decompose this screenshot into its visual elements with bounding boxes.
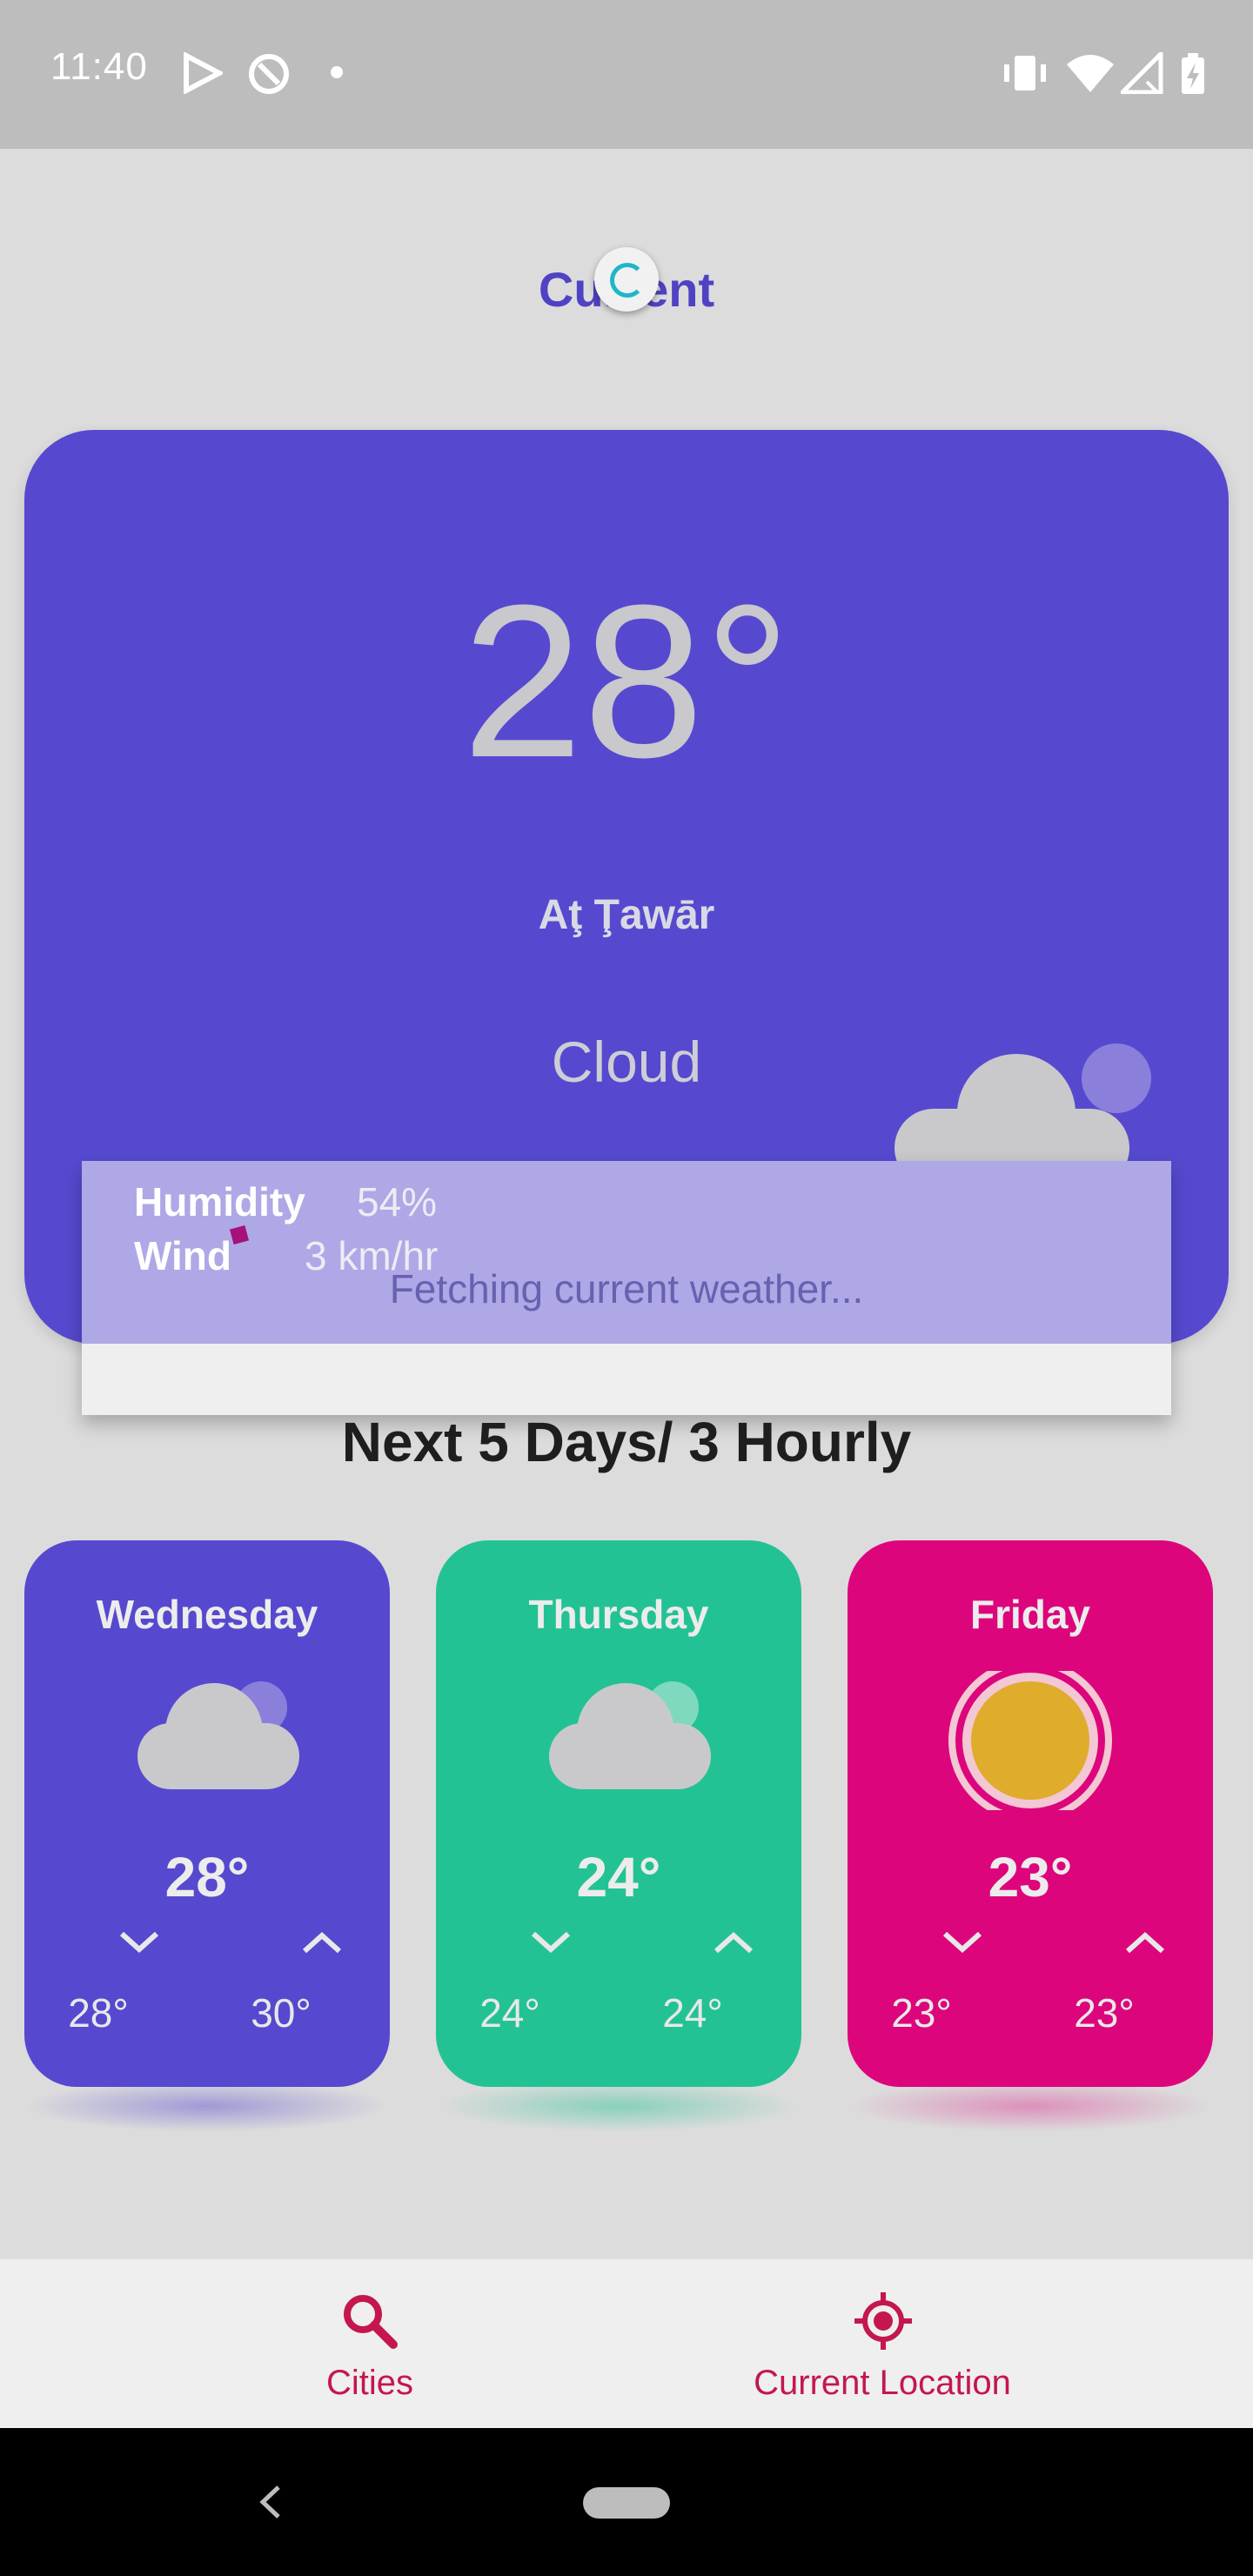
wifi-icon bbox=[1067, 55, 1114, 92]
max-temperature: 23° bbox=[1074, 1990, 1135, 2036]
day-name: Thursday bbox=[528, 1592, 709, 1637]
home-button[interactable] bbox=[583, 2487, 670, 2519]
nav-cities-label: Cities bbox=[325, 2364, 414, 2402]
loading-spinner bbox=[594, 247, 659, 312]
chevron-up-icon bbox=[1125, 1931, 1165, 1954]
card-shadow bbox=[24, 2080, 390, 2132]
dialog-content: Humidity 54% Wind 3 km/hr Fetching curre… bbox=[82, 1161, 1171, 1344]
chevron-up-icon bbox=[302, 1931, 342, 1954]
sun-icon bbox=[948, 1671, 1112, 1810]
battery-charging-icon bbox=[1182, 53, 1204, 94]
nav-cities[interactable]: Cities bbox=[218, 2259, 522, 2430]
day-temperature: 28° bbox=[164, 1846, 250, 1909]
nav-current-location-label: Current Location bbox=[754, 2364, 1011, 2402]
sync-icon bbox=[249, 54, 289, 94]
status-time: 11:40 bbox=[50, 45, 148, 88]
current-temperature: 28° bbox=[461, 560, 792, 802]
dialog-message: Fetching current weather... bbox=[389, 1266, 864, 1311]
vibrate-icon bbox=[1004, 56, 1046, 91]
bottom-navigation: Cities Current Location bbox=[0, 2257, 1253, 2430]
chevron-down-icon bbox=[531, 1931, 571, 1954]
system-navigation-bar bbox=[0, 2428, 1253, 2576]
chevron-up-icon bbox=[714, 1931, 754, 1954]
max-temperature: 30° bbox=[251, 1990, 312, 2036]
day-name: Friday bbox=[969, 1592, 1091, 1637]
humidity-label: Humidity bbox=[134, 1179, 305, 1224]
status-bar: 11:40 bbox=[0, 0, 1253, 149]
chevron-down-icon bbox=[942, 1931, 982, 1954]
back-icon[interactable] bbox=[252, 2472, 287, 2532]
cell-signal-icon bbox=[1121, 52, 1163, 94]
search-icon bbox=[344, 2295, 398, 2349]
min-temperature: 28° bbox=[68, 1990, 129, 2036]
location-target-icon bbox=[854, 2292, 912, 2350]
humidity-value: 54% bbox=[357, 1179, 438, 1224]
progress-indicator bbox=[229, 1224, 250, 1245]
min-temperature: 24° bbox=[479, 1990, 540, 2036]
forecast-card-thursday[interactable]: Thursday 24° 24° 24° bbox=[436, 1540, 801, 2087]
day-temperature: 23° bbox=[988, 1846, 1073, 1909]
card-shadow bbox=[848, 2080, 1213, 2132]
day-name: Wednesday bbox=[96, 1592, 318, 1637]
forecast-card-friday[interactable]: Friday 23° 23° 23° bbox=[848, 1540, 1213, 2087]
notification-dot-icon bbox=[331, 66, 343, 78]
loading-dialog: Humidity 54% Wind 3 km/hr Fetching curre… bbox=[82, 1161, 1171, 1415]
forecast-heading: Next 5 Days/ 3 Hourly bbox=[341, 1411, 912, 1473]
max-temperature: 24° bbox=[662, 1990, 723, 2036]
day-temperature: 24° bbox=[576, 1846, 661, 1909]
forecast-card-wednesday[interactable]: Wednesday 28° 28° 30° bbox=[24, 1540, 390, 2087]
nav-current-location[interactable]: Current Location bbox=[708, 2259, 1056, 2430]
chevron-down-icon bbox=[119, 1931, 159, 1954]
city-name: Aţ Ţawār bbox=[538, 892, 715, 938]
min-temperature: 23° bbox=[891, 1990, 952, 2036]
cloud-icon bbox=[549, 1681, 711, 1789]
cloud-icon bbox=[137, 1681, 299, 1789]
card-shadow bbox=[436, 2080, 801, 2132]
play-store-icon bbox=[184, 52, 223, 94]
